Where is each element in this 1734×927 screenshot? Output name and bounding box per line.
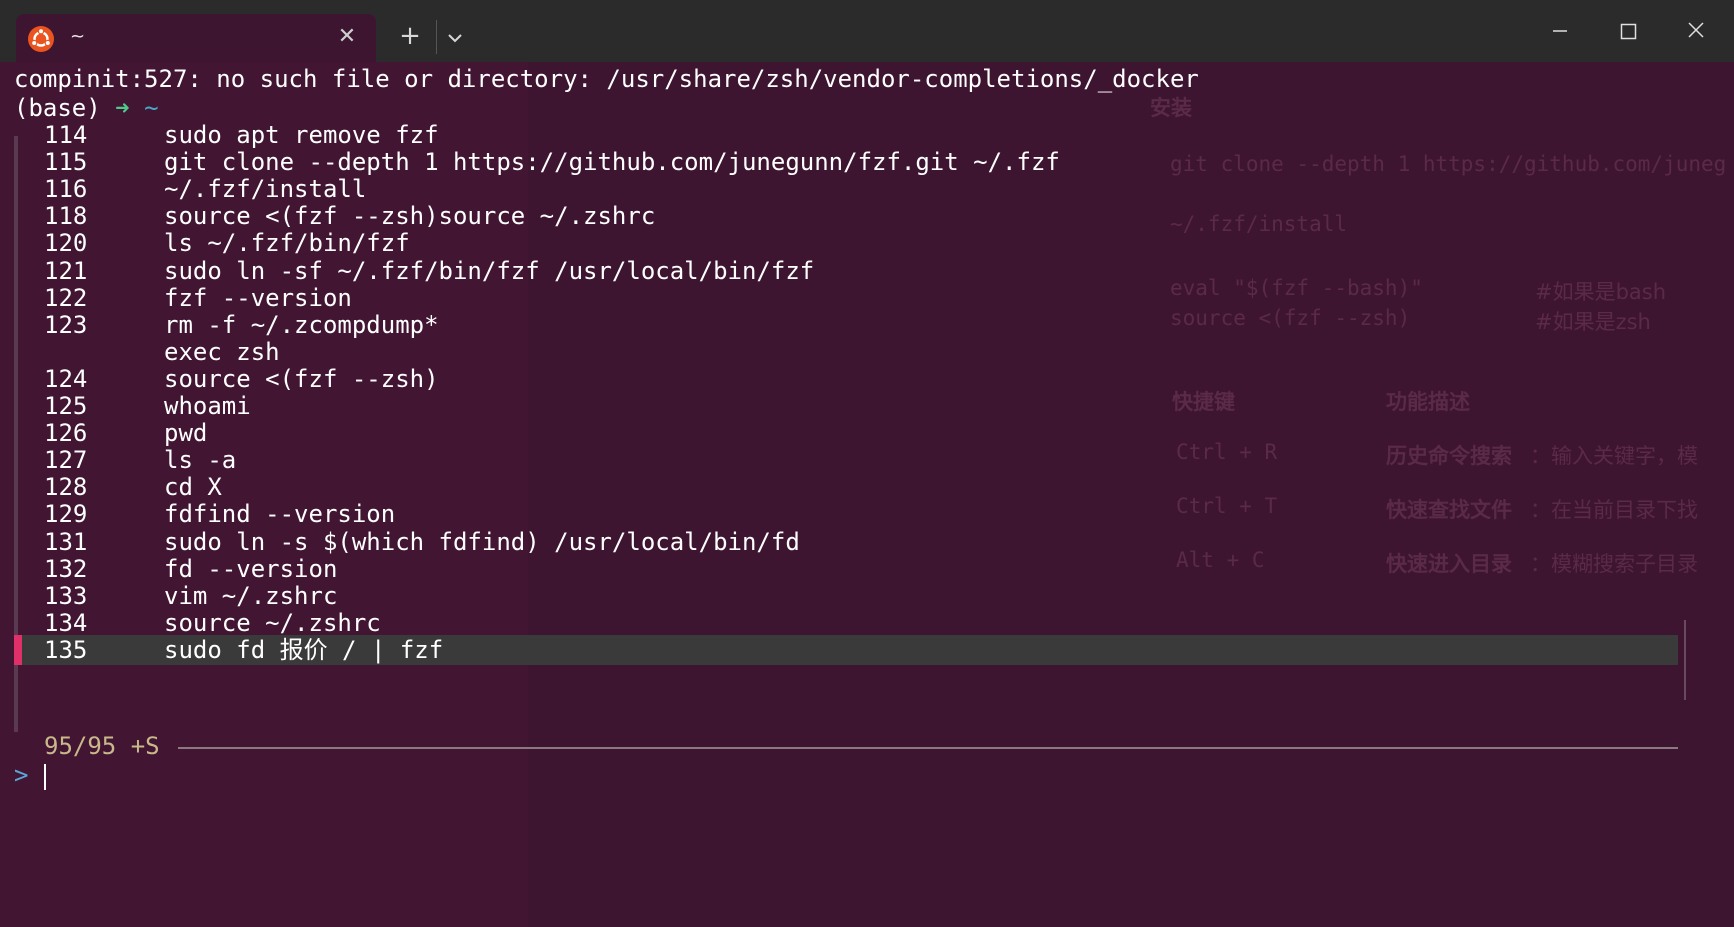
history-row[interactable]: 133 vim ~/.zshrc — [14, 581, 1678, 611]
history-number: 116 — [44, 175, 88, 203]
new-tab-button[interactable]: + — [393, 20, 427, 54]
history-command: ls -a — [164, 446, 237, 474]
history-row[interactable]: 126 pwd — [14, 418, 1678, 448]
shell-prompt: (base) ➜ ~ — [14, 93, 159, 123]
prompt-env: (base) — [14, 94, 101, 122]
close-window-button[interactable] — [1674, 12, 1718, 50]
fzf-input-prompt: > — [14, 761, 29, 789]
tab-title: ~ — [70, 26, 86, 47]
history-number: 127 — [44, 446, 88, 474]
history-number: 132 — [44, 555, 88, 583]
history-command: fzf --version — [164, 284, 352, 312]
history-row[interactable]: 120 ls ~/.fzf/bin/fzf — [14, 228, 1678, 258]
tab-close-icon[interactable]: ✕ — [334, 24, 360, 50]
history-command: sudo apt remove fzf — [164, 121, 439, 149]
history-row[interactable]: 122 fzf --version — [14, 283, 1678, 313]
history-number: 121 — [44, 257, 88, 285]
history-number: 118 — [44, 202, 88, 230]
history-number: 135 — [44, 636, 88, 664]
history-command: cd X — [164, 473, 222, 501]
history-command: ls ~/.fzf/bin/fzf — [164, 229, 410, 257]
chevron-down-icon[interactable] — [440, 20, 470, 54]
history-number: 128 — [44, 473, 88, 501]
history-row[interactable]: 118 source <(fzf --zsh)source ~/.zshrc — [14, 201, 1678, 231]
history-row[interactable]: exec zsh — [14, 337, 1678, 367]
history-number: 114 — [44, 121, 88, 149]
history-number: 133 — [44, 582, 88, 610]
text-cursor[interactable] — [44, 764, 46, 790]
prompt-arrow-icon: ➜ — [115, 94, 130, 122]
history-command: source <(fzf --zsh) — [164, 365, 439, 393]
history-command: rm -f ~/.zcompdump* — [164, 311, 439, 339]
history-command: sudo fd 报价 / | fzf — [164, 636, 444, 664]
history-number: 122 — [44, 284, 88, 312]
history-command: source ~/.zshrc — [164, 609, 381, 637]
history-number: 115 — [44, 148, 88, 176]
history-number: 126 — [44, 419, 88, 447]
tab-separator — [436, 20, 437, 54]
error-line: compinit:527: no such file or directory:… — [14, 65, 1199, 93]
history-command: vim ~/.zshrc — [164, 582, 338, 610]
history-row[interactable]: 124 source <(fzf --zsh) — [14, 364, 1678, 394]
history-row[interactable]: 128 cd X — [14, 472, 1678, 502]
history-command: whoami — [164, 392, 251, 420]
prompt-dir: ~ — [144, 94, 159, 122]
history-row[interactable]: 114 sudo apt remove fzf — [14, 120, 1678, 150]
history-command: ~/.fzf/install — [164, 175, 367, 203]
history-row[interactable]: 127 ls -a — [14, 445, 1678, 475]
history-row[interactable]: 132 fd --version — [14, 554, 1678, 584]
history-number: 129 — [44, 500, 88, 528]
history-number: 124 — [44, 365, 88, 393]
history-number: 131 — [44, 528, 88, 556]
history-command: pwd — [164, 419, 208, 447]
fzf-match-counter: 95/95 +S — [44, 732, 160, 760]
history-row[interactable]: 115 git clone --depth 1 https://github.co… — [14, 147, 1678, 177]
tab-home[interactable]: ~ ✕ — [16, 14, 376, 62]
history-number: 123 — [44, 311, 88, 339]
maximize-button[interactable] — [1606, 12, 1650, 50]
history-command: source <(fzf --zsh)source ~/.zshrc — [164, 202, 656, 230]
selection-marker — [14, 635, 22, 665]
history-row[interactable]: 125 whoami — [14, 391, 1678, 421]
history-command: exec zsh — [164, 338, 280, 366]
history-number: 125 — [44, 392, 88, 420]
history-number: 120 — [44, 229, 88, 257]
history-row[interactable]: 123 rm -f ~/.zcompdump* — [14, 310, 1678, 340]
title-bar: ~ ✕ + — [0, 0, 1734, 62]
history-row[interactable]: 116 ~/.fzf/install — [14, 174, 1678, 204]
minimize-button[interactable] — [1538, 12, 1582, 50]
history-command: sudo ln -sf ~/.fzf/bin/fzf /usr/local/bi… — [164, 257, 815, 285]
history-command: fdfind --version — [164, 500, 396, 528]
history-command: sudo ln -s $(which fdfind) /usr/local/bi… — [164, 528, 800, 556]
history-row[interactable]: 129 fdfind --version — [14, 499, 1678, 529]
history-row[interactable]: 134 source ~/.zshrc — [14, 608, 1678, 638]
ubuntu-icon — [28, 26, 54, 52]
fzf-separator — [178, 747, 1678, 749]
history-command: fd --version — [164, 555, 338, 583]
history-row[interactable]: 121 sudo ln -sf ~/.fzf/bin/fzf /usr/local… — [14, 256, 1678, 286]
history-row-selected[interactable]: 135 sudo fd 报价 / | fzf — [14, 635, 1678, 665]
history-command: git clone --depth 1 https://github.com/j… — [164, 148, 1060, 176]
terminal-window: ~ ✕ + 安装 git clone --depth 1 https://git… — [0, 0, 1734, 927]
history-number: 134 — [44, 609, 88, 637]
history-row[interactable]: 131 sudo ln -s $(which fdfind) /usr/local… — [14, 527, 1678, 557]
terminal-output[interactable]: compinit:527: no such file or directory:… — [0, 62, 1734, 927]
